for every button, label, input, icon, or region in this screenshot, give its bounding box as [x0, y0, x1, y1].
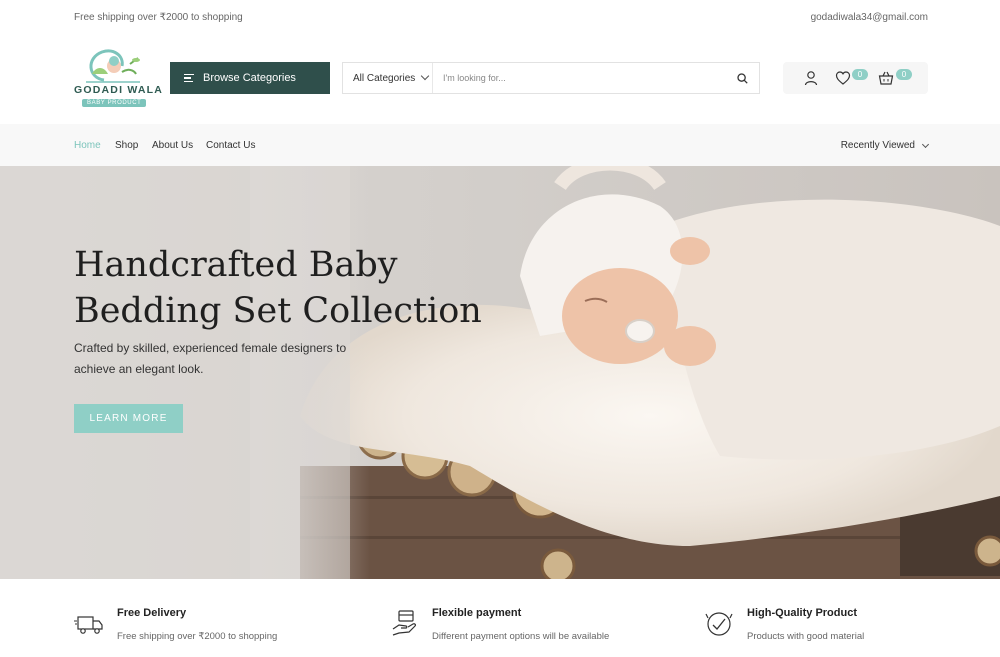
- nav-item-about-us[interactable]: About Us: [152, 140, 193, 151]
- hero-title: Handcrafted Baby Bedding Set Collection: [74, 245, 482, 331]
- wishlist-count-badge: 0: [852, 69, 868, 80]
- truck-icon: [74, 616, 103, 634]
- contact-email[interactable]: godadiwala34@gmail.com: [811, 12, 928, 23]
- feature-description: Products with good material: [747, 631, 865, 642]
- nav-item-contact-us[interactable]: Contact Us: [206, 140, 255, 151]
- feature-title: Flexible payment: [432, 607, 522, 619]
- cart-count-badge: 0: [896, 69, 912, 80]
- feature-title: Free Delivery: [117, 607, 187, 619]
- nav-item-shop[interactable]: Shop: [115, 140, 138, 151]
- shipping-notice: Free shipping over ₹2000 to shopping: [74, 12, 243, 23]
- feature-description: Free shipping over ₹2000 to shopping: [117, 631, 278, 642]
- feature-description: Different payment options will be availa…: [432, 631, 610, 642]
- quality-badge-icon: [705, 612, 733, 636]
- feature-title: High-Quality Product: [747, 607, 857, 619]
- payment-icon: [392, 610, 416, 636]
- logo-wordmark: GODADI WALA: [74, 84, 164, 96]
- search-icon: [736, 72, 748, 84]
- user-account-icon[interactable]: [803, 70, 819, 86]
- nav-item-home[interactable]: Home: [74, 140, 101, 151]
- site-logo[interactable]: GODADI WALA BABY PRODUCT: [74, 44, 162, 114]
- browse-categories-label: Browse Categories: [203, 72, 296, 84]
- logo-tagline: BABY PRODUCT: [82, 99, 147, 107]
- browse-categories-button[interactable]: Browse Categories: [170, 62, 330, 94]
- feature-high-quality: High-Quality Product Products with good …: [704, 601, 1000, 651]
- wishlist-heart-icon[interactable]: [835, 70, 851, 86]
- search-bar: All Categories: [342, 62, 760, 94]
- chevron-down-icon: [421, 71, 430, 81]
- main-navigation: Home Shop About Us Contact Us Recently V…: [0, 124, 1000, 166]
- chevron-down-icon: [921, 140, 930, 148]
- search-button[interactable]: [725, 63, 759, 93]
- features-strip: Free Delivery Free shipping over ₹2000 t…: [0, 579, 1000, 657]
- feature-free-delivery: Free Delivery Free shipping over ₹2000 t…: [74, 601, 374, 651]
- recently-viewed-label: Recently Viewed: [840, 140, 915, 151]
- top-bar: Free shipping over ₹2000 to shopping god…: [0, 0, 1000, 36]
- search-input[interactable]: [433, 63, 725, 93]
- logo-mark-icon: [86, 49, 140, 83]
- hero-banner: Handcrafted Baby Bedding Set Collection …: [0, 166, 1000, 579]
- menu-icon: [184, 72, 194, 85]
- cart-basket-icon[interactable]: [878, 70, 894, 86]
- learn-more-button[interactable]: LEARN MORE: [74, 404, 183, 433]
- header-actions: 0 0: [783, 62, 928, 94]
- category-select-value: All Categories: [353, 72, 416, 84]
- category-select[interactable]: All Categories: [343, 63, 433, 93]
- recently-viewed-dropdown[interactable]: Recently Viewed: [840, 140, 930, 151]
- feature-flexible-payment: Flexible payment Different payment optio…: [389, 601, 689, 651]
- hero-description: Crafted by skilled, experienced female d…: [74, 341, 347, 376]
